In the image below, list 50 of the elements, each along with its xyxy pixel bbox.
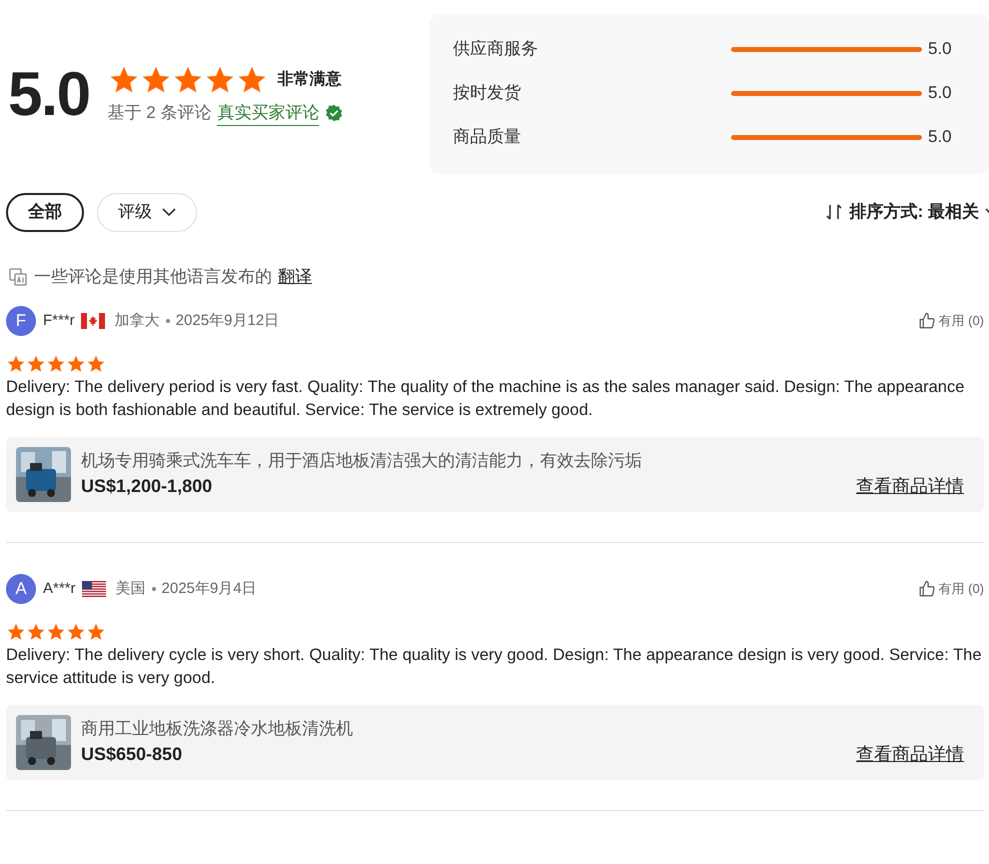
rating-value: 5.0 (928, 38, 952, 60)
star-icon (86, 354, 106, 374)
sort-dropdown[interactable]: 排序方式: 最相关 (824, 199, 989, 225)
filter-button[interactable]: 全部 (6, 192, 84, 232)
overall-score: 5.0 (8, 64, 90, 126)
flag-icon (80, 313, 105, 329)
review-text: Delivery: The delivery cycle is very short. Quality: The quality is very good. Design: The appearance design is very good. Service: The service attitude is very good. (6, 645, 982, 689)
verified-reviews-link[interactable]: 真实买家评论 (217, 100, 320, 126)
product-details-link[interactable]: 查看商品详情 (856, 741, 964, 768)
review-text: Delivery: The delivery period is very fast. Quality: The quality of the machine is as the sales manager said. Design: The appearance design is both fashionable and beautiful. Service: The service is extremely good. (6, 377, 966, 421)
thumbs-up-icon (918, 580, 936, 598)
star-icon (86, 622, 106, 642)
verified-badge-icon (325, 104, 344, 122)
flag-icon (82, 581, 106, 597)
reviewer-name: F***r (43, 310, 75, 331)
rating-label: 商品质量 (453, 126, 522, 148)
rating-verdict: 非常满意 (278, 69, 342, 90)
rating-label: 供应商服务 (453, 38, 539, 60)
reviewer-name: A***r (43, 578, 76, 599)
star-icon (66, 354, 86, 374)
thumbs-up-icon (918, 312, 936, 330)
review-date: 2025年9月4日 (162, 578, 257, 599)
helpful-button[interactable]: 有用 (0) (918, 311, 984, 331)
star-icon (46, 354, 66, 374)
rating-label: 按时发货 (453, 82, 522, 104)
star-icon (6, 622, 26, 642)
translate-icon (8, 267, 28, 287)
star-icon (66, 622, 86, 642)
product-title: 机场专用骑乘式洗车车，用于酒店地板清洁强大的清洁能力，有效去除污垢 (81, 450, 643, 472)
product-price: US$650-850 (81, 743, 182, 766)
rating-value: 5.0 (928, 82, 952, 104)
rating-value: 5.0 (928, 126, 952, 148)
translate-link[interactable]: 翻译 (278, 264, 312, 290)
sort-icon (824, 202, 844, 222)
user-avatar: A (6, 574, 36, 604)
product-price: US$1,200-1,800 (81, 475, 212, 498)
review-date: 2025年9月12日 (176, 310, 280, 331)
helpful-button[interactable]: 有用 (0) (918, 579, 984, 599)
star-icon (6, 354, 26, 374)
star-icon (26, 354, 46, 374)
user-avatar: F (6, 306, 36, 336)
star-icon (26, 622, 46, 642)
product-title: 商用工业地板洗涤器冷水地板清洗机 (81, 718, 354, 740)
reviewer-country: 加拿大 (114, 310, 160, 331)
star-icon (46, 622, 66, 642)
translate-notice: 一些评论是使用其他语言发布的 (34, 266, 272, 288)
reviewer-country: 美国 (116, 578, 146, 599)
product-details-link[interactable]: 查看商品详情 (856, 473, 964, 500)
filter-button[interactable]: 评级 (97, 192, 197, 232)
review-count: 基于 2 条评论 (108, 102, 212, 124)
